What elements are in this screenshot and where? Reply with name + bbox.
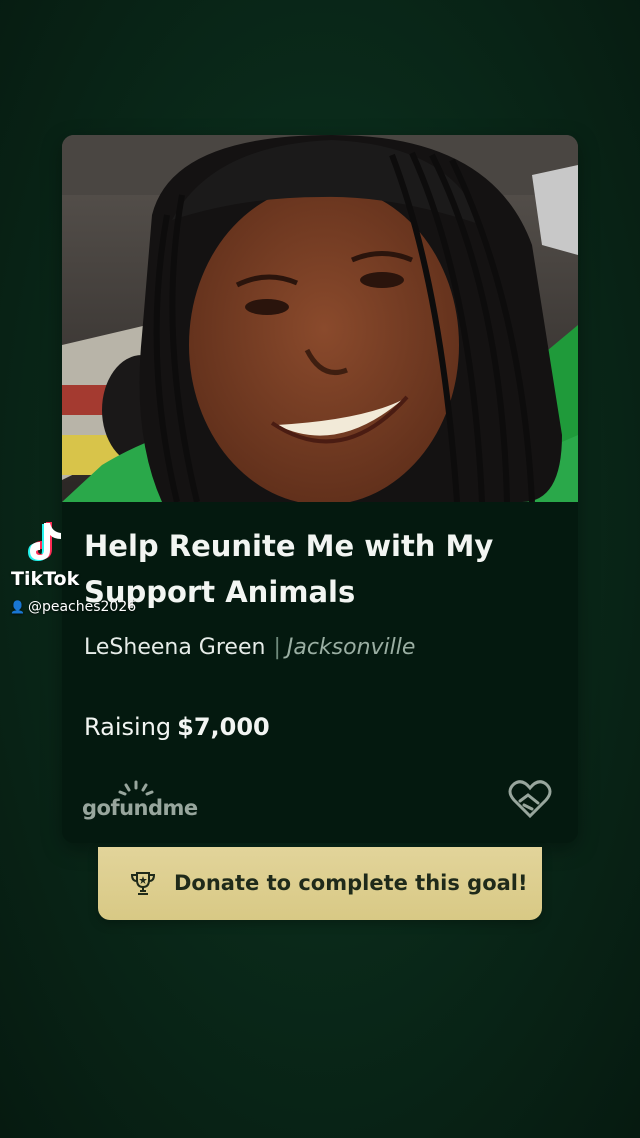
tiktok-handle-text: @peaches2026 xyxy=(27,599,137,615)
gofundme-logo: gofundme xyxy=(82,778,202,820)
tiktok-note-icon xyxy=(28,522,61,561)
tiktok-brand: TikTok xyxy=(11,568,80,590)
donate-button-label: Donate to complete this goal! xyxy=(174,871,528,895)
gofundme-logo-text: gofundme xyxy=(82,796,198,820)
organizer-name: LeSheena Green xyxy=(84,635,266,660)
campaign-photo xyxy=(62,135,578,502)
campaign-card[interactable]: Help Reunite Me with My Support Animals … xyxy=(62,135,578,843)
goal-amount: $7,000 xyxy=(177,713,270,741)
tiktok-watermark: TikTok 👤 @peaches2026 xyxy=(8,520,158,620)
hand-heart-icon xyxy=(508,780,552,819)
organizer-location: Jacksonville xyxy=(286,635,416,660)
raising-label: Raising xyxy=(84,713,172,741)
trophy-icon xyxy=(130,872,156,895)
donate-button[interactable]: Donate to complete this goal! xyxy=(98,847,542,920)
separator: | xyxy=(273,635,281,660)
raising-line: Raising $7,000 xyxy=(84,713,270,741)
organizer-line: LeSheena Green | Jacksonville xyxy=(84,635,415,660)
tiktok-handle: 👤 @peaches2026 xyxy=(10,599,136,615)
user-icon: 👤 xyxy=(10,600,25,614)
